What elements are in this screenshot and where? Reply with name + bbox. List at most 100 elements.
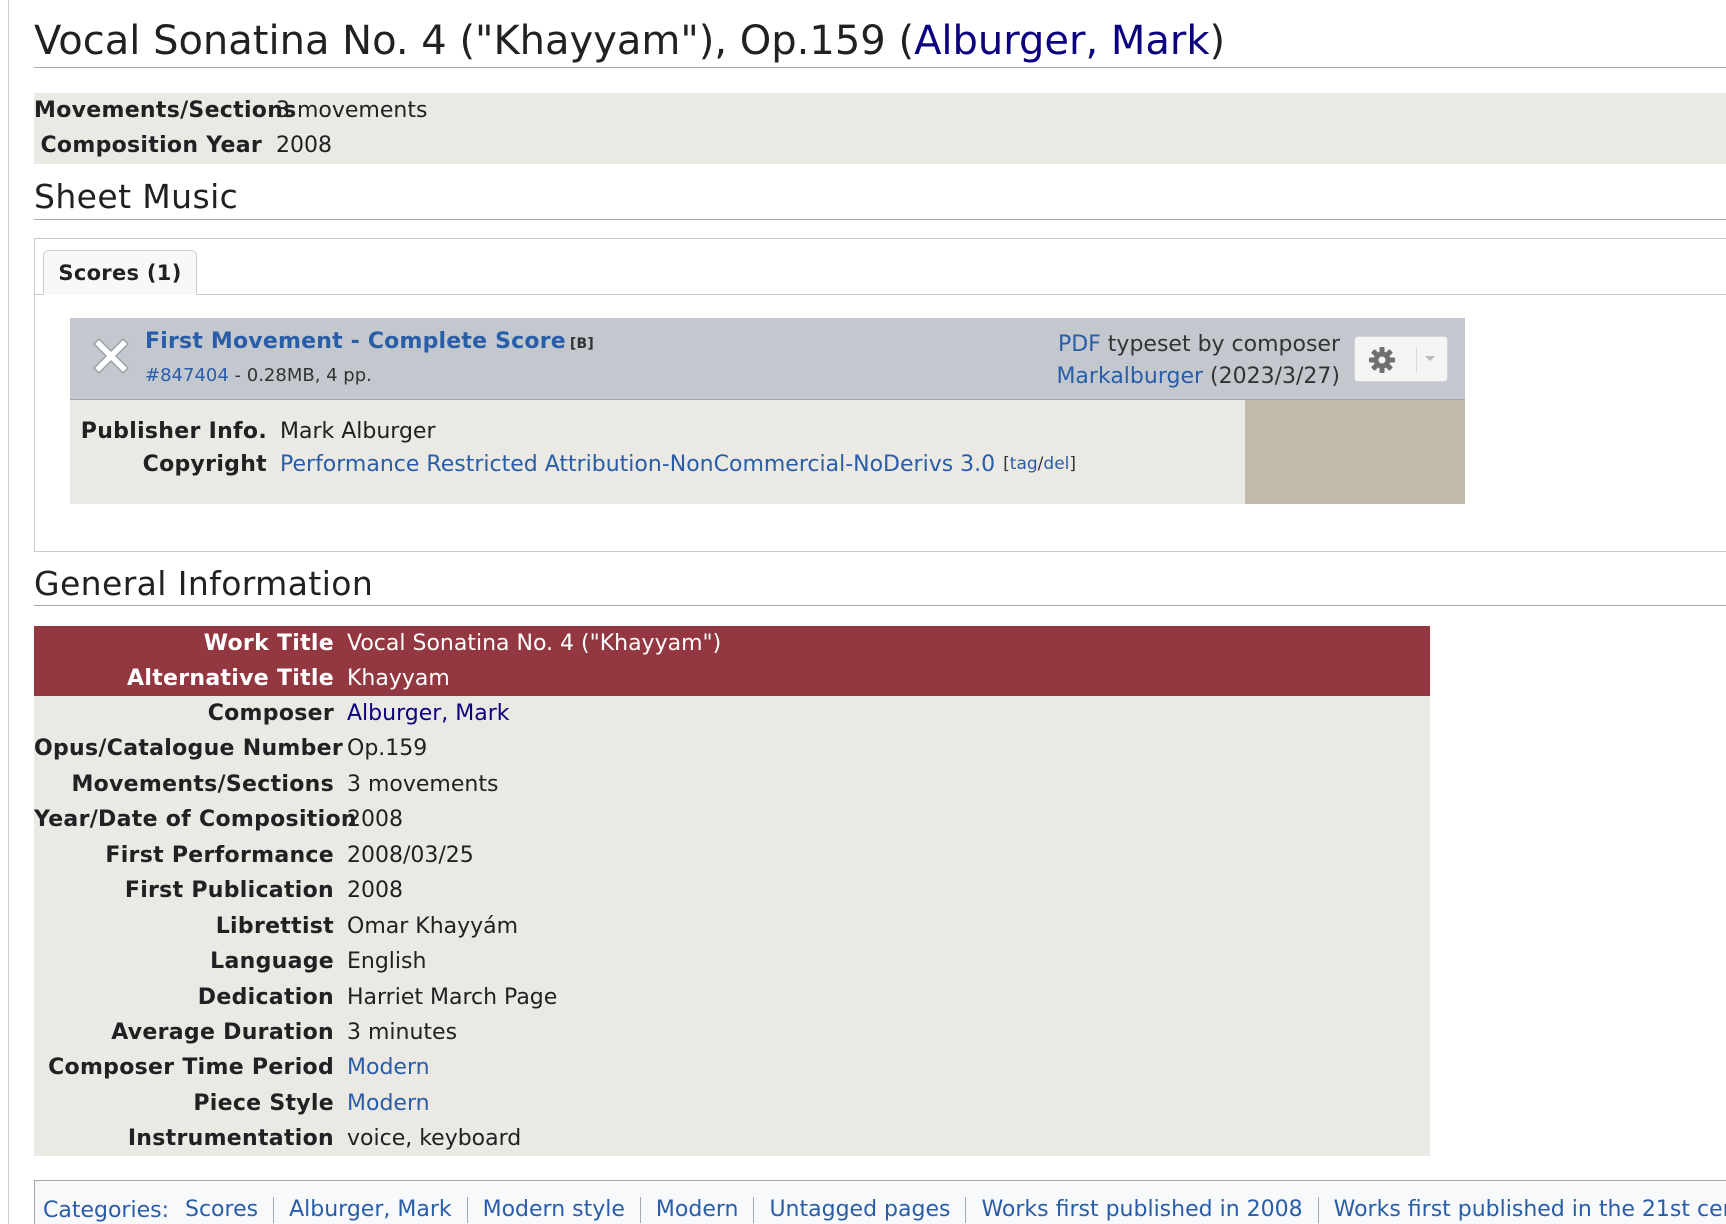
info-label: Composer <box>207 701 334 726</box>
file-details-table: Publisher Info. Mark Alburger Copyright … <box>70 400 1245 504</box>
publisher-label: Publisher Info. <box>80 418 267 444</box>
page-title-text: Vocal Sonatina No. 4 ("Khayyam"), Op.159… <box>34 18 915 64</box>
categories-bar: Categories: Scores Alburger, Mark Modern… <box>34 1180 1726 1224</box>
info-label: First Publication <box>124 878 334 903</box>
year-composition-row: Year/Date of Composition 2008 <box>34 802 1430 837</box>
opus-row: Opus/Catalogue Number Op.159 <box>34 731 1430 766</box>
time-period-row: Composer Time Period Modern <box>34 1050 1430 1085</box>
info-label: Average Duration <box>111 1020 334 1045</box>
info-value: Op.159 <box>347 736 428 761</box>
composer-row: Composer Alburger, Mark <box>34 696 1430 731</box>
info-value: Vocal Sonatina No. 4 ("Khayyam") <box>347 631 722 656</box>
file-title: First Movement - Complete Score [B] <box>145 329 594 354</box>
dedication-row: Dedication Harriet March Page <box>34 980 1430 1015</box>
tab-scores[interactable]: Scores (1) <box>43 250 197 295</box>
librettist-row: Librettist Omar Khayyám <box>34 909 1430 944</box>
content-left-border <box>8 0 9 1224</box>
summary-row: Composition Year 2008 <box>34 128 332 163</box>
sheet-music-heading: Sheet Music <box>34 174 1726 220</box>
info-label: Alternative Title <box>127 666 334 691</box>
info-label: Composer Time Period <box>48 1055 334 1080</box>
composer-link[interactable]: Alburger, Mark <box>347 701 510 726</box>
info-label: Language <box>210 949 334 974</box>
category-link[interactable]: Works first published in the 21st centur… <box>1317 1197 1726 1223</box>
file-source: PDF typeset by composer Markalburger (20… <box>1056 329 1340 393</box>
category-link[interactable]: Untagged pages <box>753 1197 965 1223</box>
alternative-title-row: Alternative Title Khayyam <box>34 661 1430 696</box>
info-value: Omar Khayyám <box>347 914 519 939</box>
page-title: Vocal Sonatina No. 4 ("Khayyam"), Op.159… <box>34 14 1726 68</box>
summary-label: Composition Year <box>40 133 262 158</box>
summary-row: Movements/Sections 3 movements <box>34 93 427 128</box>
tag-del-links: [tag/del] <box>1003 454 1076 474</box>
file-id-link[interactable]: #847404 <box>145 365 229 386</box>
info-value: Harriet March Page <box>347 985 558 1010</box>
summary-label: Movements/Sections <box>34 98 297 123</box>
bracket-open: [ <box>1003 454 1010 474</box>
summary-value: 3 movements <box>276 98 428 123</box>
general-info-table: Work Title Vocal Sonatina No. 4 ("Khayya… <box>34 626 1430 1156</box>
del-link[interactable]: del <box>1043 454 1069 474</box>
time-period-link[interactable]: Modern <box>347 1055 430 1080</box>
piece-style-link[interactable]: Modern <box>347 1091 430 1116</box>
chevron-down-icon[interactable] <box>1425 356 1435 361</box>
average-duration-row: Average Duration 3 minutes <box>34 1015 1430 1050</box>
file-header: First Movement - Complete Score [B] #8474… <box>70 318 1465 400</box>
pdf-format-link[interactable]: PDF <box>1058 332 1101 357</box>
category-link[interactable]: Scores <box>185 1197 273 1223</box>
instrumentation-row: Instrumentation voice, keyboard <box>34 1121 1430 1156</box>
info-value: 2008/03/25 <box>347 843 474 868</box>
gear-icon <box>1369 347 1395 373</box>
category-link[interactable]: Modern <box>639 1197 754 1223</box>
general-info-heading: General Information <box>34 562 1726 606</box>
score-download-link[interactable]: First Movement - Complete Score <box>145 329 566 354</box>
movements-row: Movements/Sections 3 movements <box>34 767 1430 802</box>
info-value: 3 minutes <box>347 1020 458 1045</box>
info-label: Opus/Catalogue Number <box>34 736 344 761</box>
info-value: Khayyam <box>347 666 450 691</box>
info-label: Movements/Sections <box>71 772 334 797</box>
category-link[interactable]: Works first published in 2008 <box>965 1197 1317 1223</box>
category-link[interactable]: Alburger, Mark <box>273 1197 467 1223</box>
scores-tab-panel: Scores (1) First Movement - Complete Sco… <box>34 238 1726 552</box>
page-title-suffix: ) <box>1209 18 1226 64</box>
first-performance-row: First Performance 2008/03/25 <box>34 838 1430 873</box>
composer-title-link[interactable]: Alburger, Mark <box>914 18 1209 64</box>
tab-strip-divider <box>35 294 1726 295</box>
info-value: voice, keyboard <box>347 1126 522 1151</box>
info-value: English <box>347 949 427 974</box>
upload-date: (2023/3/27) <box>1203 364 1340 389</box>
file-side-panel <box>1245 400 1465 504</box>
category-link[interactable]: Modern style <box>466 1197 640 1223</box>
info-label: Work Title <box>203 631 334 656</box>
copyright-label: Copyright <box>142 451 267 477</box>
publisher-row: Publisher Info. Mark Alburger <box>70 413 436 449</box>
uploader-link[interactable]: Markalburger <box>1056 364 1203 389</box>
copyright-license-link[interactable]: Performance Restricted Attribution-NonCo… <box>280 452 995 477</box>
piece-style-row: Piece Style Modern <box>34 1086 1430 1121</box>
language-row: Language English <box>34 944 1430 979</box>
summary-table: Movements/Sections 3 movements Compositi… <box>34 93 1726 164</box>
file-details: - 0.28MB, 4 pp. <box>228 365 372 386</box>
info-label: Year/Date of Composition <box>34 807 357 832</box>
info-label: Dedication <box>197 985 334 1010</box>
publisher-value: Mark Alburger <box>280 418 436 444</box>
format-suffix: typeset by composer <box>1100 332 1340 357</box>
info-value: 2008 <box>347 807 403 832</box>
categories-label[interactable]: Categories: <box>43 1198 169 1223</box>
first-publication-row: First Publication 2008 <box>34 873 1430 908</box>
info-label: Instrumentation <box>127 1126 334 1151</box>
button-separator <box>1416 347 1417 373</box>
info-label: First Performance <box>105 843 334 868</box>
file-tag: [B] <box>569 336 594 352</box>
info-label: Piece Style <box>193 1091 334 1116</box>
tag-link[interactable]: tag <box>1010 454 1038 474</box>
copyright-row: Copyright Performance Restricted Attribu… <box>70 446 1076 482</box>
bracket-close: ] <box>1069 454 1077 474</box>
file-meta: #847404 - 0.28MB, 4 pp. <box>145 365 372 386</box>
work-title-row: Work Title Vocal Sonatina No. 4 ("Khayya… <box>34 626 1430 661</box>
file-actions-button[interactable] <box>1354 336 1448 382</box>
info-label: Librettist <box>215 914 334 939</box>
info-value: 2008 <box>347 878 403 903</box>
close-x-icon <box>92 337 130 375</box>
